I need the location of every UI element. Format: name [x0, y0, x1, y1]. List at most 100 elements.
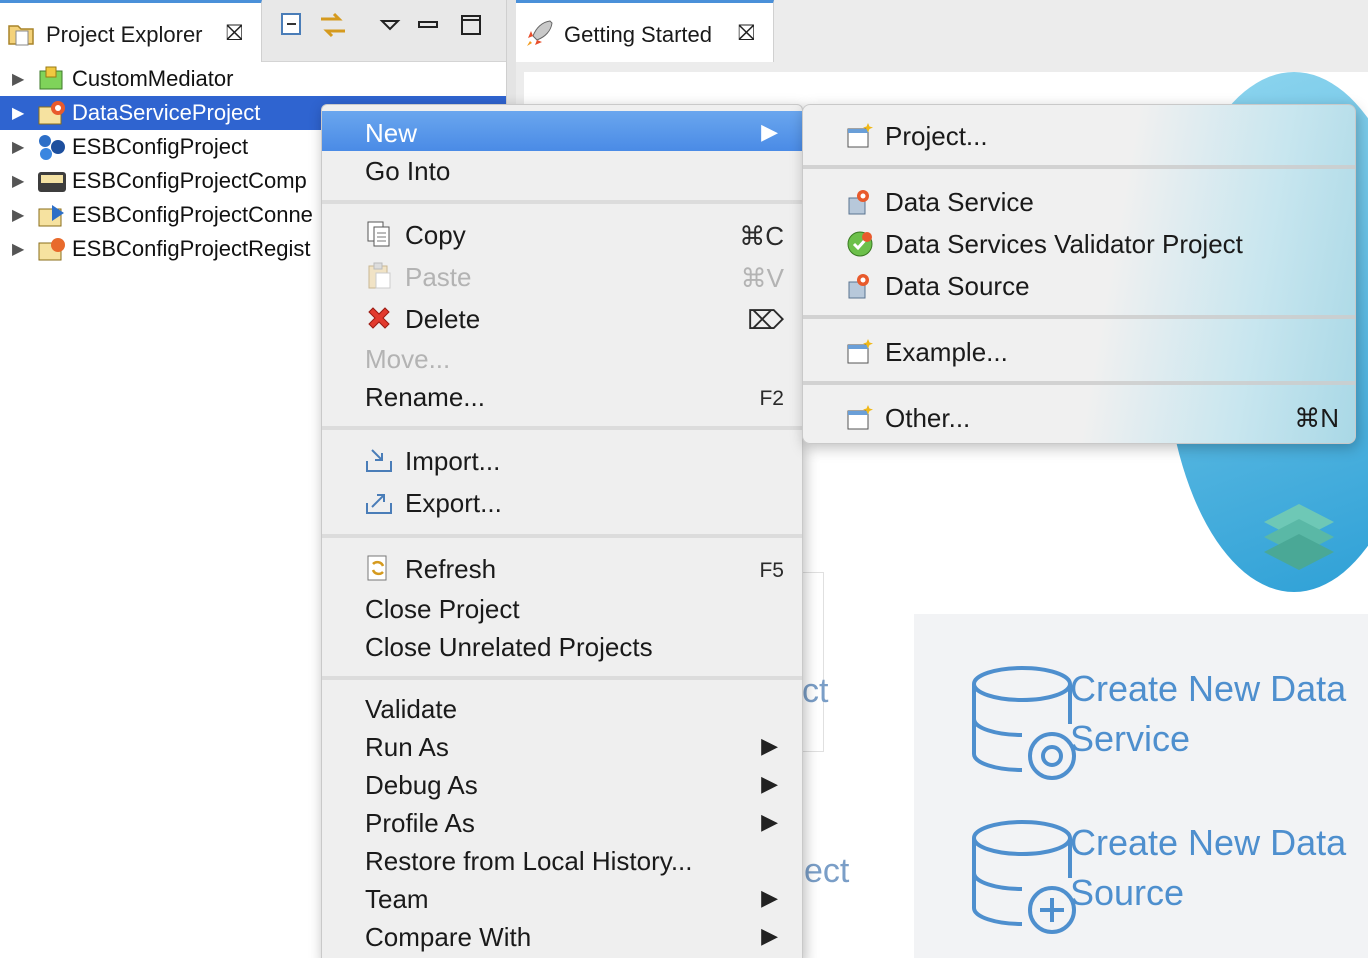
expand-arrow-icon[interactable]: ▶ — [12, 205, 24, 225]
menu-item-export[interactable]: Export... — [322, 481, 802, 521]
menu-item-close-unrelated-projects[interactable]: Close Unrelated Projects — [322, 625, 802, 665]
card-link-line1[interactable]: Create New Data — [1070, 664, 1346, 714]
database-gear-icon — [972, 666, 1076, 780]
create-data-source-link[interactable]: Create New Data Source — [970, 818, 1368, 948]
submenu-label: Project... — [885, 121, 988, 151]
explorer-header: Project Explorer ⛝ — [0, 0, 506, 62]
submenu-arrow-icon: ▶ — [761, 885, 778, 910]
submenu-item-data-service[interactable]: Data Service — [803, 179, 1355, 221]
menu-shortcut: ⌦ — [747, 305, 784, 335]
expand-arrow-icon[interactable]: ▶ — [12, 137, 24, 157]
submenu-arrow-icon: ▶ — [761, 733, 778, 758]
card-link-line1[interactable]: Create New Data — [1070, 818, 1346, 868]
new-wizard-icon — [847, 405, 873, 430]
menu-item-validate[interactable]: Validate — [322, 687, 802, 727]
menu-shortcut: F5 — [759, 559, 784, 582]
refresh-icon — [367, 555, 387, 581]
tree-item-label: ESBConfigProjectComp — [72, 168, 307, 193]
validator-project-icon — [847, 231, 873, 257]
data-service-project-icon — [38, 101, 65, 125]
maximize-icon[interactable] — [454, 8, 488, 42]
tree-item-label: ESBConfigProjectRegist — [72, 236, 311, 261]
database-plus-icon — [972, 820, 1076, 934]
expand-arrow-icon[interactable]: ▶ — [12, 239, 24, 259]
minimize-icon[interactable] — [411, 8, 445, 42]
link-with-editor-icon[interactable] — [316, 8, 350, 42]
composite-project-icon — [38, 172, 66, 192]
submenu-separator — [803, 165, 1355, 169]
submenu-item-other[interactable]: Other... ⌘N — [803, 395, 1355, 437]
expand-arrow-icon[interactable]: ▶ — [12, 69, 24, 89]
new-submenu: Project... Data Service Data Services Va… — [802, 104, 1356, 444]
menu-label: Import... — [405, 446, 501, 476]
esb-config-project-icon — [39, 135, 65, 160]
menu-item-copy[interactable]: Copy ⌘C — [322, 213, 802, 253]
menu-shortcut: ⌘V — [740, 263, 784, 293]
submenu-separator — [803, 381, 1355, 385]
menu-label: Validate — [365, 694, 458, 724]
menu-item-import[interactable]: Import... — [322, 439, 802, 479]
menu-item-rename[interactable]: Rename... F2 — [322, 375, 802, 415]
close-tab-icon[interactable]: ⛝ — [226, 20, 243, 46]
menu-item-move: Move... — [322, 337, 802, 377]
registry-project-icon — [38, 238, 65, 261]
menu-label: Export... — [405, 488, 502, 518]
tree-item-label: ESBConfigProjectConne — [72, 202, 313, 227]
mediator-project-icon — [39, 66, 63, 90]
collapse-all-icon[interactable] — [275, 8, 309, 42]
submenu-item-project[interactable]: Project... — [803, 113, 1355, 155]
submenu-item-example[interactable]: Example... — [803, 329, 1355, 371]
menu-shortcut: ⌘C — [739, 221, 784, 251]
paste-icon — [368, 262, 391, 289]
menu-item-new[interactable]: New ▶ — [322, 111, 802, 151]
tree-item-custom-mediator[interactable]: ▶ CustomMediator — [0, 62, 506, 96]
menu-separator — [322, 676, 802, 680]
menu-item-debug-as[interactable]: Debug As ▶ — [322, 763, 802, 803]
card-link-line2[interactable]: Service — [1070, 714, 1190, 764]
menu-item-close-project[interactable]: Close Project — [322, 587, 802, 627]
menu-item-run-as[interactable]: Run As ▶ — [322, 725, 802, 765]
menu-label: New — [365, 118, 418, 148]
tree-item-label: ESBConfigProject — [72, 134, 249, 159]
submenu-arrow-icon: ▶ — [761, 771, 778, 796]
submenu-label: Data Source — [885, 271, 1030, 301]
menu-item-delete[interactable]: Delete ⌦ — [322, 297, 802, 337]
submenu-separator — [803, 315, 1355, 319]
data-service-icon — [848, 190, 869, 215]
menu-label: Close Project — [365, 594, 520, 624]
submenu-label: Data Services Validator Project — [885, 229, 1243, 259]
export-icon — [366, 494, 392, 514]
tree-item-label: CustomMediator — [72, 66, 234, 91]
expand-arrow-icon[interactable]: ▶ — [12, 103, 24, 123]
tab-title: Project Explorer — [46, 22, 203, 47]
delete-icon — [368, 307, 390, 329]
view-menu-icon[interactable] — [373, 8, 407, 42]
card-link-line2[interactable]: Source — [1070, 868, 1184, 918]
expand-arrow-icon[interactable]: ▶ — [12, 171, 24, 191]
menu-label: Copy — [405, 220, 466, 250]
menu-item-paste: Paste ⌘V — [322, 255, 802, 295]
folder-icon — [8, 25, 34, 46]
menu-label: Compare With — [365, 922, 532, 952]
tab-title: Getting Started — [564, 22, 712, 47]
submenu-item-data-source[interactable]: Data Source — [803, 263, 1355, 305]
menu-item-go-into[interactable]: Go Into — [322, 149, 802, 189]
tab-getting-started[interactable]: Getting Started ⛝ — [516, 0, 774, 62]
tab-project-explorer[interactable]: Project Explorer ⛝ — [0, 0, 262, 62]
close-tab-icon[interactable]: ⛝ — [738, 20, 755, 46]
menu-separator — [322, 426, 802, 430]
menu-label: Move... — [365, 344, 451, 374]
menu-item-profile-as[interactable]: Profile As ▶ — [322, 801, 802, 841]
copy-icon — [367, 221, 390, 247]
menu-label: Paste — [405, 262, 472, 292]
connector-project-icon — [38, 205, 64, 227]
menu-item-compare-with[interactable]: Compare With ▶ — [322, 915, 802, 955]
submenu-item-data-services-validator-project[interactable]: Data Services Validator Project — [803, 221, 1355, 263]
tree-item-label: DataServiceProject — [72, 100, 261, 125]
menu-item-restore-local-history[interactable]: Restore from Local History... — [322, 839, 802, 879]
menu-item-team[interactable]: Team ▶ — [322, 877, 802, 917]
menu-item-refresh[interactable]: Refresh F5 — [322, 547, 802, 587]
menu-label: Close Unrelated Projects — [365, 632, 653, 662]
new-wizard-icon — [847, 339, 873, 364]
create-data-service-link[interactable]: Create New Data Service — [970, 664, 1368, 794]
